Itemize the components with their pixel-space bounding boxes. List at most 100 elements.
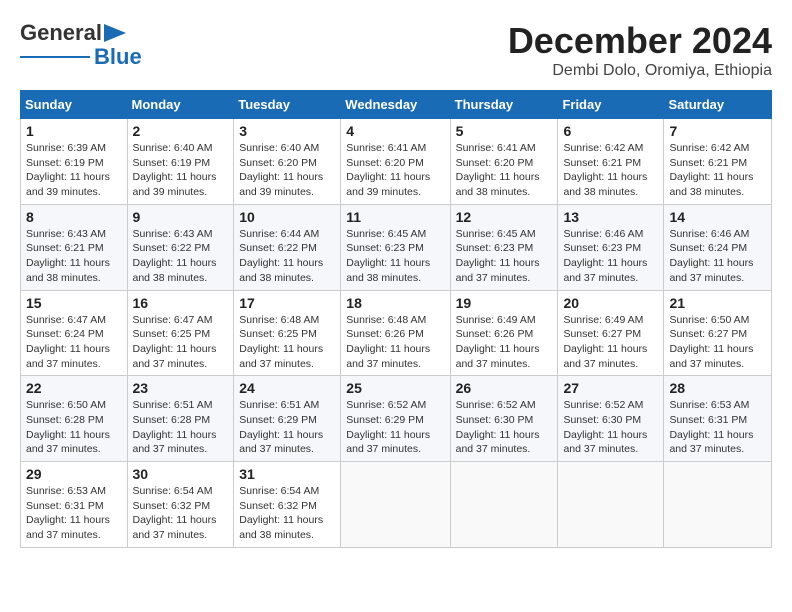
day-number: 31 bbox=[239, 466, 335, 482]
calendar-cell: 11 Sunrise: 6:45 AM Sunset: 6:23 PM Dayli… bbox=[341, 204, 450, 290]
day-number: 16 bbox=[133, 295, 229, 311]
calendar-cell: 14 Sunrise: 6:46 AM Sunset: 6:24 PM Dayli… bbox=[664, 204, 772, 290]
calendar-cell: 6 Sunrise: 6:42 AM Sunset: 6:21 PM Daylig… bbox=[558, 119, 664, 205]
calendar-cell: 10 Sunrise: 6:44 AM Sunset: 6:22 PM Dayli… bbox=[234, 204, 341, 290]
day-number: 29 bbox=[26, 466, 122, 482]
calendar-cell: 28Sunrise: 6:53 AM Sunset: 6:31 PM Dayli… bbox=[664, 376, 772, 462]
calendar-week-row: 8 Sunrise: 6:43 AM Sunset: 6:21 PM Daylig… bbox=[21, 204, 772, 290]
calendar-cell: 22Sunrise: 6:50 AM Sunset: 6:28 PM Dayli… bbox=[21, 376, 128, 462]
calendar-cell: 13 Sunrise: 6:46 AM Sunset: 6:23 PM Dayli… bbox=[558, 204, 664, 290]
day-info: Sunrise: 6:42 AM Sunset: 6:21 PM Dayligh… bbox=[669, 141, 766, 200]
logo: General Blue bbox=[20, 20, 142, 70]
day-number: 10 bbox=[239, 209, 335, 225]
day-number: 21 bbox=[669, 295, 766, 311]
day-info: Sunrise: 6:45 AM Sunset: 6:23 PM Dayligh… bbox=[456, 227, 553, 286]
weekday-header-thursday: Thursday bbox=[450, 91, 558, 119]
day-info: Sunrise: 6:52 AM Sunset: 6:30 PM Dayligh… bbox=[456, 398, 553, 457]
calendar-cell: 17 Sunrise: 6:48 AM Sunset: 6:25 PM Dayli… bbox=[234, 290, 341, 376]
month-title: December 2024 bbox=[508, 20, 772, 62]
day-info: Sunrise: 6:41 AM Sunset: 6:20 PM Dayligh… bbox=[456, 141, 553, 200]
day-number: 20 bbox=[563, 295, 658, 311]
day-info: Sunrise: 6:52 AM Sunset: 6:29 PM Dayligh… bbox=[346, 398, 444, 457]
day-info: Sunrise: 6:49 AM Sunset: 6:27 PM Dayligh… bbox=[563, 313, 658, 372]
day-number: 14 bbox=[669, 209, 766, 225]
day-number: 23 bbox=[133, 380, 229, 396]
calendar-cell: 15Sunrise: 6:47 AM Sunset: 6:24 PM Dayli… bbox=[21, 290, 128, 376]
weekday-header-monday: Monday bbox=[127, 91, 234, 119]
day-number: 1 bbox=[26, 123, 122, 139]
day-info: Sunrise: 6:49 AM Sunset: 6:26 PM Dayligh… bbox=[456, 313, 553, 372]
day-number: 12 bbox=[456, 209, 553, 225]
day-number: 17 bbox=[239, 295, 335, 311]
day-info: Sunrise: 6:50 AM Sunset: 6:28 PM Dayligh… bbox=[26, 398, 122, 457]
calendar-cell: 16 Sunrise: 6:47 AM Sunset: 6:25 PM Dayli… bbox=[127, 290, 234, 376]
day-info: Sunrise: 6:40 AM Sunset: 6:20 PM Dayligh… bbox=[239, 141, 335, 200]
day-number: 6 bbox=[563, 123, 658, 139]
day-info: Sunrise: 6:54 AM Sunset: 6:32 PM Dayligh… bbox=[239, 484, 335, 543]
day-info: Sunrise: 6:45 AM Sunset: 6:23 PM Dayligh… bbox=[346, 227, 444, 286]
day-number: 26 bbox=[456, 380, 553, 396]
calendar-cell: 25Sunrise: 6:52 AM Sunset: 6:29 PM Dayli… bbox=[341, 376, 450, 462]
day-number: 5 bbox=[456, 123, 553, 139]
weekday-header-sunday: Sunday bbox=[21, 91, 128, 119]
calendar-week-row: 22Sunrise: 6:50 AM Sunset: 6:28 PM Dayli… bbox=[21, 376, 772, 462]
day-info: Sunrise: 6:47 AM Sunset: 6:25 PM Dayligh… bbox=[133, 313, 229, 372]
day-info: Sunrise: 6:54 AM Sunset: 6:32 PM Dayligh… bbox=[133, 484, 229, 543]
calendar-week-row: 29 Sunrise: 6:53 AM Sunset: 6:31 PM Dayli… bbox=[21, 462, 772, 548]
calendar-cell: 29 Sunrise: 6:53 AM Sunset: 6:31 PM Dayli… bbox=[21, 462, 128, 548]
location-subtitle: Dembi Dolo, Oromiya, Ethiopia bbox=[508, 62, 772, 80]
calendar-cell: 8 Sunrise: 6:43 AM Sunset: 6:21 PM Daylig… bbox=[21, 204, 128, 290]
page-header: General Blue December 2024 Dembi Dolo, O… bbox=[20, 20, 772, 80]
day-number: 27 bbox=[563, 380, 658, 396]
day-info: Sunrise: 6:42 AM Sunset: 6:21 PM Dayligh… bbox=[563, 141, 658, 200]
day-info: Sunrise: 6:52 AM Sunset: 6:30 PM Dayligh… bbox=[563, 398, 658, 457]
calendar-cell: 20 Sunrise: 6:49 AM Sunset: 6:27 PM Dayli… bbox=[558, 290, 664, 376]
weekday-header-wednesday: Wednesday bbox=[341, 91, 450, 119]
day-number: 4 bbox=[346, 123, 444, 139]
day-number: 15 bbox=[26, 295, 122, 311]
calendar-cell bbox=[558, 462, 664, 548]
day-info: Sunrise: 6:46 AM Sunset: 6:24 PM Dayligh… bbox=[669, 227, 766, 286]
day-info: Sunrise: 6:46 AM Sunset: 6:23 PM Dayligh… bbox=[563, 227, 658, 286]
day-info: Sunrise: 6:51 AM Sunset: 6:28 PM Dayligh… bbox=[133, 398, 229, 457]
calendar-cell: 7Sunrise: 6:42 AM Sunset: 6:21 PM Daylig… bbox=[664, 119, 772, 205]
weekday-header-row: SundayMondayTuesdayWednesdayThursdayFrid… bbox=[21, 91, 772, 119]
day-info: Sunrise: 6:44 AM Sunset: 6:22 PM Dayligh… bbox=[239, 227, 335, 286]
calendar-cell: 19Sunrise: 6:49 AM Sunset: 6:26 PM Dayli… bbox=[450, 290, 558, 376]
calendar-cell: 2Sunrise: 6:40 AM Sunset: 6:19 PM Daylig… bbox=[127, 119, 234, 205]
day-info: Sunrise: 6:50 AM Sunset: 6:27 PM Dayligh… bbox=[669, 313, 766, 372]
day-info: Sunrise: 6:43 AM Sunset: 6:21 PM Dayligh… bbox=[26, 227, 122, 286]
calendar-cell bbox=[341, 462, 450, 548]
weekday-header-tuesday: Tuesday bbox=[234, 91, 341, 119]
day-number: 11 bbox=[346, 209, 444, 225]
day-number: 9 bbox=[133, 209, 229, 225]
day-info: Sunrise: 6:48 AM Sunset: 6:26 PM Dayligh… bbox=[346, 313, 444, 372]
calendar-cell: 27 Sunrise: 6:52 AM Sunset: 6:30 PM Dayli… bbox=[558, 376, 664, 462]
calendar-cell: 1Sunrise: 6:39 AM Sunset: 6:19 PM Daylig… bbox=[21, 119, 128, 205]
calendar-cell: 24 Sunrise: 6:51 AM Sunset: 6:29 PM Dayli… bbox=[234, 376, 341, 462]
day-info: Sunrise: 6:53 AM Sunset: 6:31 PM Dayligh… bbox=[26, 484, 122, 543]
title-section: December 2024 Dembi Dolo, Oromiya, Ethio… bbox=[508, 20, 772, 80]
calendar-cell bbox=[450, 462, 558, 548]
day-info: Sunrise: 6:48 AM Sunset: 6:25 PM Dayligh… bbox=[239, 313, 335, 372]
day-info: Sunrise: 6:41 AM Sunset: 6:20 PM Dayligh… bbox=[346, 141, 444, 200]
calendar-week-row: 15Sunrise: 6:47 AM Sunset: 6:24 PM Dayli… bbox=[21, 290, 772, 376]
day-number: 8 bbox=[26, 209, 122, 225]
day-number: 2 bbox=[133, 123, 229, 139]
calendar-cell: 23 Sunrise: 6:51 AM Sunset: 6:28 PM Dayli… bbox=[127, 376, 234, 462]
logo-underline bbox=[20, 56, 90, 59]
day-number: 13 bbox=[563, 209, 658, 225]
calendar-cell: 5 Sunrise: 6:41 AM Sunset: 6:20 PM Daylig… bbox=[450, 119, 558, 205]
calendar-cell: 4 Sunrise: 6:41 AM Sunset: 6:20 PM Daylig… bbox=[341, 119, 450, 205]
day-info: Sunrise: 6:51 AM Sunset: 6:29 PM Dayligh… bbox=[239, 398, 335, 457]
calendar-cell: 26 Sunrise: 6:52 AM Sunset: 6:30 PM Dayli… bbox=[450, 376, 558, 462]
calendar-cell: 9Sunrise: 6:43 AM Sunset: 6:22 PM Daylig… bbox=[127, 204, 234, 290]
calendar-cell: 18Sunrise: 6:48 AM Sunset: 6:26 PM Dayli… bbox=[341, 290, 450, 376]
day-number: 24 bbox=[239, 380, 335, 396]
day-number: 30 bbox=[133, 466, 229, 482]
calendar-cell: 12 Sunrise: 6:45 AM Sunset: 6:23 PM Dayli… bbox=[450, 204, 558, 290]
day-number: 3 bbox=[239, 123, 335, 139]
logo-arrow-icon bbox=[104, 24, 126, 42]
calendar-cell: 31 Sunrise: 6:54 AM Sunset: 6:32 PM Dayli… bbox=[234, 462, 341, 548]
logo-text-blue: Blue bbox=[94, 44, 142, 70]
